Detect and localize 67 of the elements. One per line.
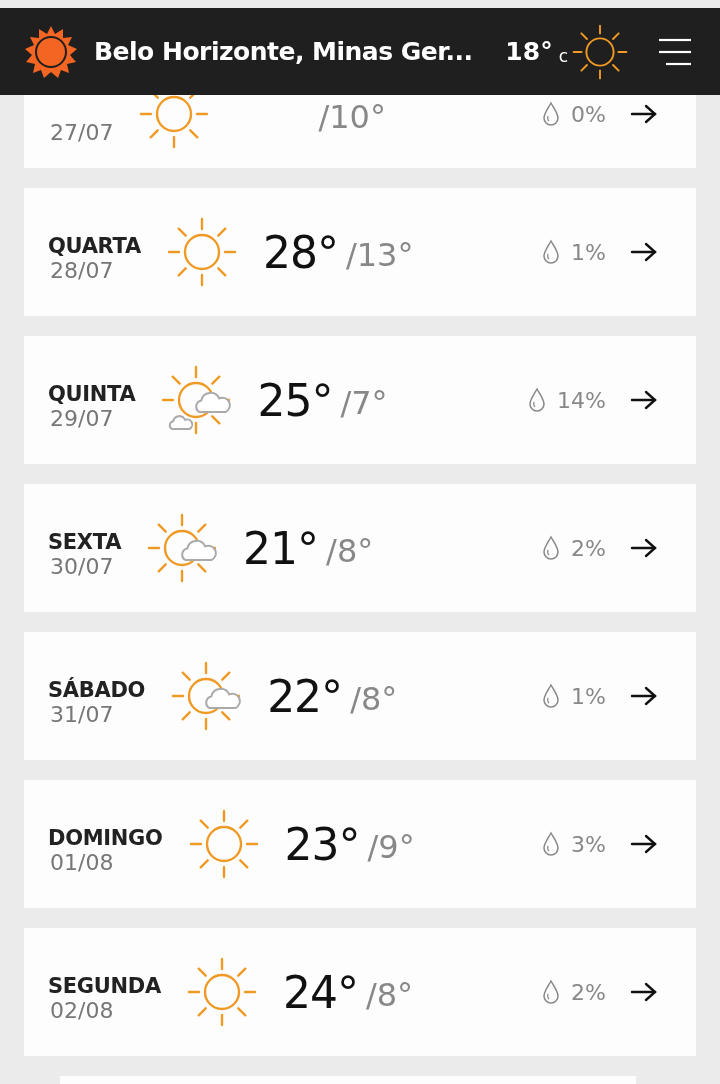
sun-icon: [188, 809, 259, 879]
weekday-label: QUARTA: [48, 234, 141, 258]
sun-icon: [139, 95, 210, 149]
high-temperature: 24°: [282, 966, 358, 1018]
low-temperature: /8°: [365, 979, 414, 1011]
arrow-right-icon[interactable]: [630, 104, 658, 124]
raindrop-icon: [541, 683, 562, 709]
date-label: 28/07: [50, 258, 115, 283]
weekday-label: DOMINGO: [48, 826, 163, 850]
location-title: Belo Horizonte, Minas Ger...: [94, 37, 473, 66]
date-label: 31/07: [50, 702, 115, 727]
sun-clouds-icon: [161, 365, 232, 435]
high-temperature: 23°: [284, 818, 360, 870]
weekday-label: SÁBADO: [48, 678, 146, 702]
arrow-right-icon[interactable]: [630, 538, 658, 558]
high-temperature: 28°: [262, 226, 338, 278]
raindrop-icon: [541, 979, 562, 1005]
rain-chance: 3%: [571, 831, 606, 857]
forecast-card[interactable]: SÁBADO 31/07 22° /8° 1%: [24, 632, 696, 760]
rain-chance: 2%: [571, 535, 606, 561]
weekday-label: QUINTA: [48, 382, 136, 406]
low-temperature: /8°: [350, 683, 398, 715]
forecast-card[interactable]: QUARTA 28/07 28° /13° 1%: [24, 188, 696, 316]
rain-chance: 0%: [571, 101, 606, 127]
forecast-card[interactable]: QUINTA 29/07 25° /7° 14%: [24, 336, 696, 464]
high-temperature: 22°: [267, 670, 343, 722]
current-temperature: 18°: [504, 37, 553, 66]
date-label: 30/07: [50, 554, 115, 579]
raindrop-icon: [527, 387, 548, 413]
sun-cloud-icon: [147, 513, 218, 583]
low-temperature: /9°: [367, 831, 415, 863]
unit-label: c: [558, 45, 568, 66]
arrow-right-icon[interactable]: [630, 390, 658, 410]
menu-icon[interactable]: [658, 36, 692, 67]
low-temperature: /13°: [345, 239, 414, 271]
sun-logo[interactable]: [24, 24, 78, 79]
forecast-card[interactable]: SEXTA 30/07 21° /8° 2%: [24, 484, 696, 612]
sun-icon: [186, 957, 257, 1027]
rain-chance: 2%: [571, 979, 606, 1005]
forecast-card[interactable]: 27/07 /10° 0%: [24, 95, 696, 168]
arrow-right-icon[interactable]: [630, 834, 658, 854]
raindrop-icon: [541, 535, 562, 561]
arrow-right-icon[interactable]: [630, 242, 658, 262]
raindrop-icon: [541, 239, 562, 265]
raindrop-icon: [541, 831, 562, 857]
low-temperature: /10°: [318, 101, 386, 133]
rain-chance: 14%: [557, 387, 606, 413]
rain-chance: 1%: [571, 683, 606, 709]
rain-chance: 1%: [571, 239, 606, 265]
sun-icon: [166, 217, 237, 287]
date-label: 01/08: [50, 850, 115, 875]
low-temperature: /7°: [340, 387, 388, 419]
arrow-right-icon[interactable]: [630, 982, 658, 1002]
weekday-label: SEGUNDA: [48, 974, 161, 998]
high-temperature: 25°: [257, 374, 333, 426]
date-label: 02/08: [50, 998, 115, 1023]
date-label: 29/07: [50, 406, 115, 431]
weekday-label: SEXTA: [48, 530, 122, 554]
forecast-card[interactable]: SEGUNDA 02/08 24° /8° 2%: [24, 928, 696, 1056]
arrow-right-icon[interactable]: [630, 686, 658, 706]
sun-icon: [572, 23, 628, 80]
sun-cloud-icon: [171, 661, 242, 731]
date-label: 27/07: [50, 120, 114, 145]
forecast-card[interactable]: DOMINGO 01/08 23° /9° 3%: [24, 780, 696, 908]
low-temperature: /8°: [326, 535, 374, 567]
raindrop-icon: [541, 101, 562, 127]
high-temperature: 21°: [243, 522, 319, 574]
